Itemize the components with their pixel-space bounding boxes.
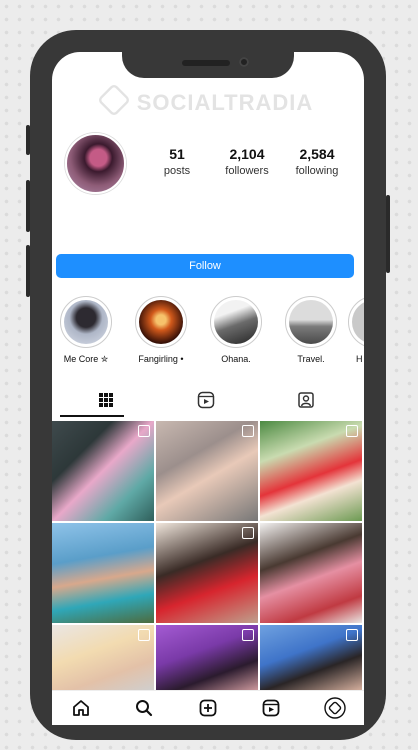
- nav-reels[interactable]: [258, 695, 284, 721]
- highlight-ring: [348, 296, 364, 348]
- follow-button[interactable]: Follow: [56, 254, 354, 278]
- highlight-cover: [289, 300, 333, 344]
- highlight-fangirling[interactable]: Fangirling •: [131, 296, 191, 364]
- following-count: 2,584: [299, 146, 335, 162]
- stat-following[interactable]: 2,584 following: [282, 146, 352, 177]
- front-camera: [239, 57, 249, 67]
- nav-profile[interactable]: [322, 695, 348, 721]
- tab-reels[interactable]: [156, 383, 256, 417]
- highlight-me-core[interactable]: Me Core ✮: [56, 296, 116, 365]
- highlight-cover: [139, 300, 183, 344]
- reel-post-icon: [242, 425, 254, 437]
- post-thumbnail[interactable]: [260, 625, 362, 691]
- speaker: [182, 60, 230, 66]
- stat-posts[interactable]: 51 posts: [142, 146, 212, 177]
- highlight-label: Ohana.: [221, 354, 251, 364]
- post-thumbnail[interactable]: [156, 523, 258, 623]
- tab-posts-grid[interactable]: [56, 383, 156, 417]
- stat-followers[interactable]: 2,104 followers: [212, 146, 282, 177]
- profile-icon: [324, 697, 346, 719]
- mute-switch: [26, 125, 30, 155]
- reels-icon: [262, 699, 280, 717]
- nav-home[interactable]: [68, 695, 94, 721]
- posts-grid: [52, 421, 364, 691]
- watermark: SOCIALTRADIA: [56, 83, 356, 117]
- grid-icon: [99, 393, 113, 407]
- reel-post-icon: [242, 629, 254, 641]
- highlight-partial[interactable]: H: [348, 296, 364, 364]
- nav-search[interactable]: [131, 695, 157, 721]
- reel-post-icon: [346, 629, 358, 641]
- highlight-ohana[interactable]: Ohana.: [206, 296, 266, 364]
- multi-post-icon: [346, 425, 358, 437]
- active-tab-indicator: [60, 415, 124, 417]
- socialtradia-logo-icon: [96, 83, 131, 117]
- nav-add-post[interactable]: [195, 695, 221, 721]
- volume-up-button: [26, 180, 30, 232]
- highlight-ring: [135, 296, 187, 348]
- tab-tagged[interactable]: [256, 383, 356, 417]
- reel-post-icon: [242, 527, 254, 539]
- post-thumbnail[interactable]: [260, 421, 362, 521]
- multi-post-icon: [138, 629, 150, 641]
- profile-avatar[interactable]: [65, 133, 126, 194]
- search-icon: [136, 700, 153, 717]
- highlight-ring: [210, 296, 262, 348]
- post-thumbnail[interactable]: [52, 421, 154, 521]
- home-icon: [73, 700, 89, 716]
- reels-icon: [197, 391, 215, 409]
- highlight-label: H: [356, 354, 363, 364]
- tagged-icon: [298, 392, 314, 408]
- highlight-cover: [64, 300, 108, 344]
- power-button: [386, 195, 390, 273]
- posts-label: posts: [163, 165, 191, 177]
- bottom-nav: [52, 690, 364, 725]
- post-thumbnail[interactable]: [156, 421, 258, 521]
- followers-label: followers: [225, 165, 269, 177]
- highlight-travel[interactable]: Travel.: [281, 296, 341, 364]
- highlight-cover: [352, 300, 364, 344]
- highlight-cover: [214, 300, 258, 344]
- highlight-label: Fangirling •: [138, 354, 184, 364]
- highlight-ring: [285, 296, 337, 348]
- following-label: following: [295, 165, 339, 177]
- post-thumbnail[interactable]: [52, 523, 154, 623]
- highlight-ring: [60, 296, 112, 348]
- posts-count: 51: [169, 146, 185, 162]
- post-thumbnail[interactable]: [260, 523, 362, 623]
- post-thumbnail[interactable]: [156, 625, 258, 691]
- followers-count: 2,104: [229, 146, 265, 162]
- multi-post-icon: [138, 425, 150, 437]
- post-thumbnail[interactable]: [52, 625, 154, 691]
- add-post-icon: [199, 699, 217, 717]
- profile-tabs: [56, 383, 356, 417]
- highlight-label: Me Core ✮: [63, 354, 109, 364]
- volume-down-button: [26, 245, 30, 297]
- highlight-label: Travel.: [297, 354, 325, 364]
